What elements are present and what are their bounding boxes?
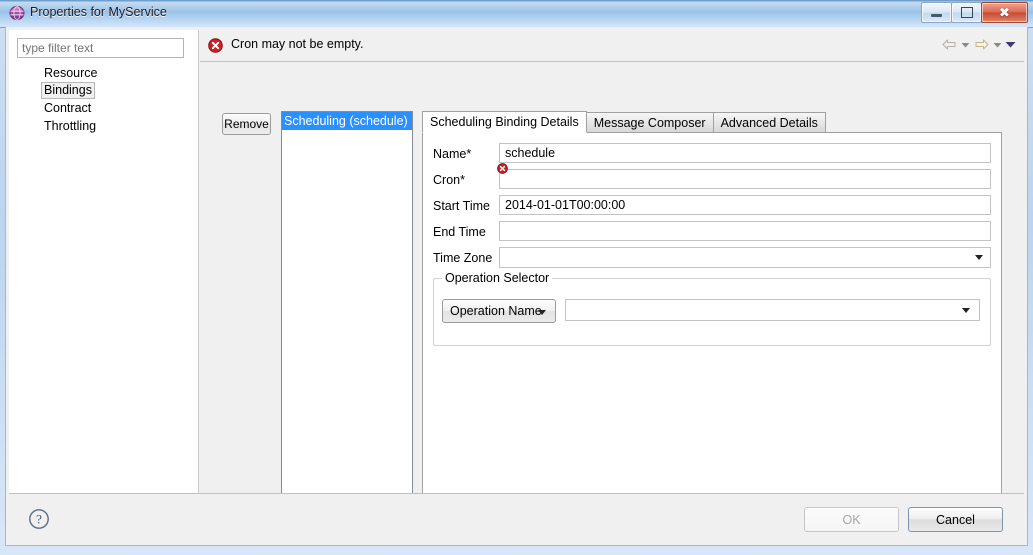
cron-label: Cron*	[433, 173, 465, 187]
window-titlebar: Properties for MyService ✖	[0, 0, 1033, 28]
right-pane: Cron may not be empty. Remove Scheduling…	[200, 30, 1024, 508]
cron-input[interactable]	[499, 169, 991, 189]
error-decorator-icon	[497, 163, 508, 174]
field-row-name: Name*	[423, 143, 1001, 165]
tab-scheduling-binding-details[interactable]: Scheduling Binding Details	[422, 111, 587, 133]
tree-item-resource[interactable]: Resource	[41, 65, 101, 82]
name-label: Name*	[433, 147, 472, 161]
time-zone-combo[interactable]	[499, 247, 991, 268]
validation-message-text: Cron may not be empty.	[231, 37, 364, 51]
dialog-button-bar: ? OK Cancel	[9, 493, 1024, 544]
end-time-input[interactable]	[499, 221, 991, 241]
filter-input[interactable]	[17, 38, 184, 58]
operation-selector-group: Operation Selector Operation Name	[433, 271, 991, 346]
svg-text:?: ?	[36, 512, 42, 527]
window-controls: ✖	[921, 2, 1028, 23]
ok-button[interactable]: OK	[804, 507, 899, 532]
remove-button[interactable]: Remove	[222, 113, 271, 135]
chevron-down-icon	[975, 255, 983, 260]
tab-strip: Scheduling Binding Details Message Compo…	[422, 111, 826, 133]
operation-name-dropdown-label: Operation Name	[450, 304, 542, 318]
properties-dialog-window: Properties for MyService ✖ Resource Bind…	[0, 0, 1033, 555]
operation-selector-label: Operation Selector	[442, 271, 553, 285]
forward-history-chevron-down-icon[interactable]	[992, 37, 1003, 52]
settings-tree-panel: Resource Bindings Contract Throttling	[9, 30, 199, 493]
back-history-chevron-down-icon[interactable]	[960, 37, 971, 52]
dialog-body: Resource Bindings Contract Throttling Cr…	[5, 27, 1028, 546]
operation-value-combo[interactable]	[565, 299, 980, 321]
tree-item-bindings[interactable]: Bindings	[41, 82, 95, 99]
chevron-down-icon	[538, 310, 546, 315]
cancel-button[interactable]: Cancel	[908, 507, 1003, 532]
maximize-button[interactable]	[951, 2, 982, 23]
validation-message-bar: Cron may not be empty.	[200, 30, 1024, 62]
chevron-down-icon	[962, 308, 970, 313]
tab-message-composer[interactable]: Message Composer	[585, 112, 714, 133]
operation-name-dropdown-button[interactable]: Operation Name	[442, 299, 556, 323]
arrow-left-icon[interactable]	[941, 37, 958, 52]
properties-sphere-icon	[9, 5, 25, 21]
start-time-label: Start Time	[433, 199, 490, 213]
window-title: Properties for MyService	[30, 5, 167, 19]
tree-item-contract[interactable]: Contract	[41, 100, 94, 117]
end-time-label: End Time	[433, 225, 486, 239]
name-input[interactable]	[499, 143, 991, 163]
time-zone-label: Time Zone	[433, 251, 493, 265]
tab-advanced-details[interactable]: Advanced Details	[712, 112, 826, 133]
tab-content-panel: Name* Cron*	[422, 132, 1002, 508]
bindings-list[interactable]: Scheduling (schedule)	[281, 111, 413, 507]
list-item[interactable]: Scheduling (schedule)	[282, 112, 412, 130]
bindings-content: Remove Scheduling (schedule) Scheduling …	[200, 61, 1024, 508]
close-button[interactable]: ✖	[981, 2, 1028, 23]
field-row-end-time: End Time	[423, 221, 1001, 243]
binding-details-tabfolder: Scheduling Binding Details Message Compo…	[422, 111, 1002, 508]
chevron-down-filled-icon[interactable]	[1005, 37, 1016, 52]
field-row-time-zone: Time Zone	[423, 247, 1001, 269]
start-time-input[interactable]	[499, 195, 991, 215]
minimize-button[interactable]	[921, 2, 952, 23]
error-icon	[208, 38, 223, 53]
field-row-cron: Cron*	[423, 163, 1001, 191]
help-question-icon[interactable]: ?	[28, 508, 50, 530]
navigation-controls	[941, 37, 1016, 52]
field-row-start-time: Start Time	[423, 195, 1001, 217]
arrow-right-icon[interactable]	[973, 37, 990, 52]
tree-item-throttling[interactable]: Throttling	[41, 118, 99, 135]
